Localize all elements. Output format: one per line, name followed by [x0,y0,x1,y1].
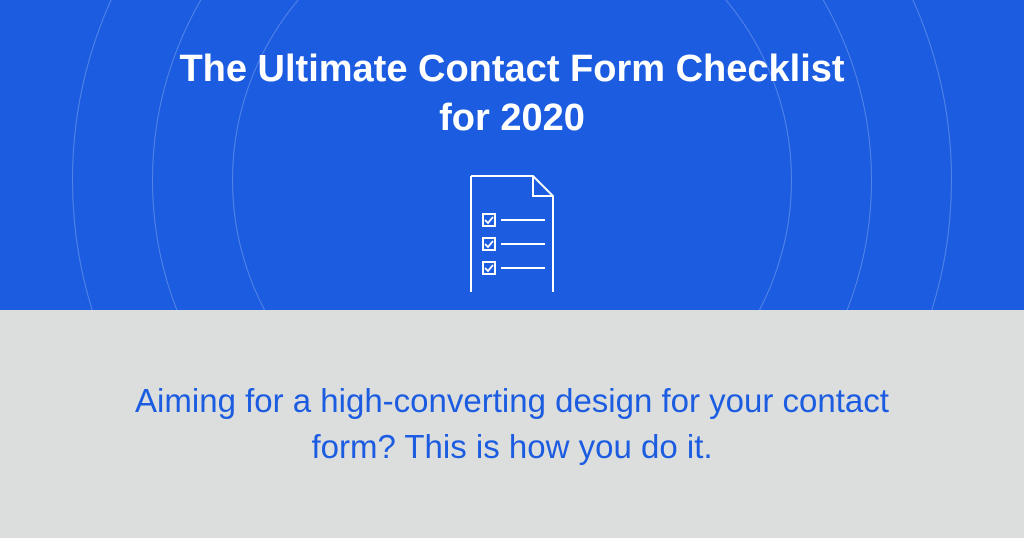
hero-section: The Ultimate Contact Form Checklist for … [0,0,1024,310]
checklist-document-icon [467,172,557,297]
subtitle-text: Aiming for a high-converting design for … [102,378,922,470]
subhero-section: Aiming for a high-converting design for … [0,310,1024,538]
page-title: The Ultimate Contact Form Checklist for … [162,45,862,144]
